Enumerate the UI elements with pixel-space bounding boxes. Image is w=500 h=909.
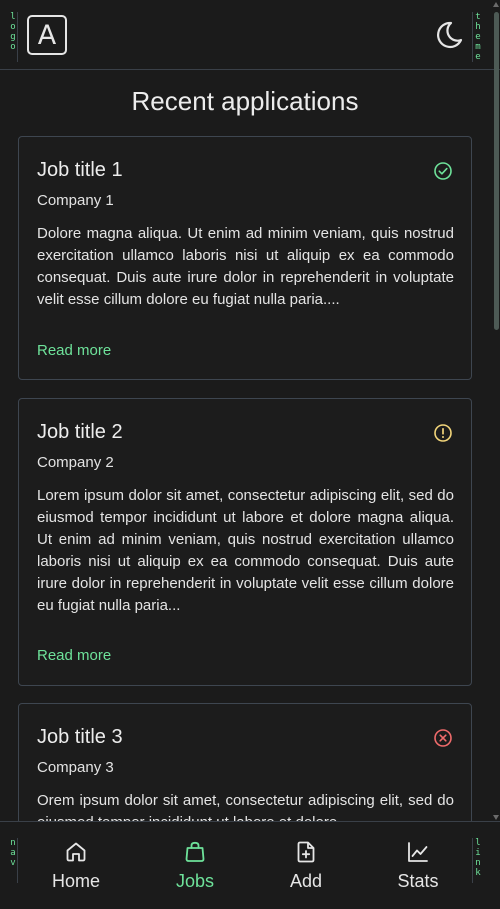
chart-line-icon (408, 842, 428, 862)
nav-label-jobs: Jobs (175, 871, 215, 891)
logo-letter: A (37, 19, 57, 51)
bottom-nav: nav Home Jobs Add Stats link (0, 821, 500, 909)
read-more-link[interactable]: Read more (37, 647, 111, 664)
scroll-up-arrow-icon[interactable] (493, 2, 499, 7)
job-title: Job title 2 (37, 421, 123, 443)
scroll-thumb[interactable] (494, 12, 499, 330)
job-title: Job title 3 (37, 726, 123, 748)
theme-tag: theme (472, 12, 482, 62)
nav-item-stats[interactable]: Stats (373, 840, 463, 892)
nav-label-stats: Stats (397, 871, 439, 891)
nav-label-add: Add (289, 871, 323, 891)
x-circle-icon (434, 729, 452, 747)
app-header: logo A theme (0, 0, 500, 70)
logo-tag: logo (8, 12, 18, 62)
job-title: Job title 1 (37, 159, 123, 181)
read-more-link[interactable]: Read more (37, 342, 111, 359)
nav-item-home[interactable]: Home (31, 840, 121, 892)
job-card: Job title 1 Company 1 Dolore magna aliqu… (18, 136, 472, 380)
link-tag: link (472, 838, 482, 883)
nav-tag: nav (8, 838, 18, 883)
nav-item-add[interactable]: Add (261, 840, 351, 892)
company-name: Company 3 (37, 759, 114, 776)
job-description: Lorem ipsum dolor sit amet, consectetur … (37, 487, 454, 614)
home-icon (66, 842, 86, 862)
nav-item-jobs[interactable]: Jobs (150, 840, 240, 892)
bag-icon (185, 841, 205, 862)
nav-label-home: Home (51, 871, 100, 891)
job-description: Dolore magna aliqua. Ut enim ad minim ve… (37, 225, 454, 308)
job-card: Job title 2 Company 2 Lorem ipsum dolor … (18, 398, 472, 686)
company-name: Company 1 (37, 192, 114, 209)
moon-icon[interactable] (434, 20, 464, 50)
file-plus-icon (297, 841, 315, 863)
check-circle-icon (434, 162, 452, 180)
scroll-down-arrow-icon[interactable] (493, 815, 499, 820)
alert-circle-icon (434, 424, 452, 442)
logo[interactable]: A (27, 15, 67, 55)
page-title: Recent applications (131, 86, 359, 116)
company-name: Company 2 (37, 454, 114, 471)
scrollbar[interactable] (492, 0, 500, 822)
